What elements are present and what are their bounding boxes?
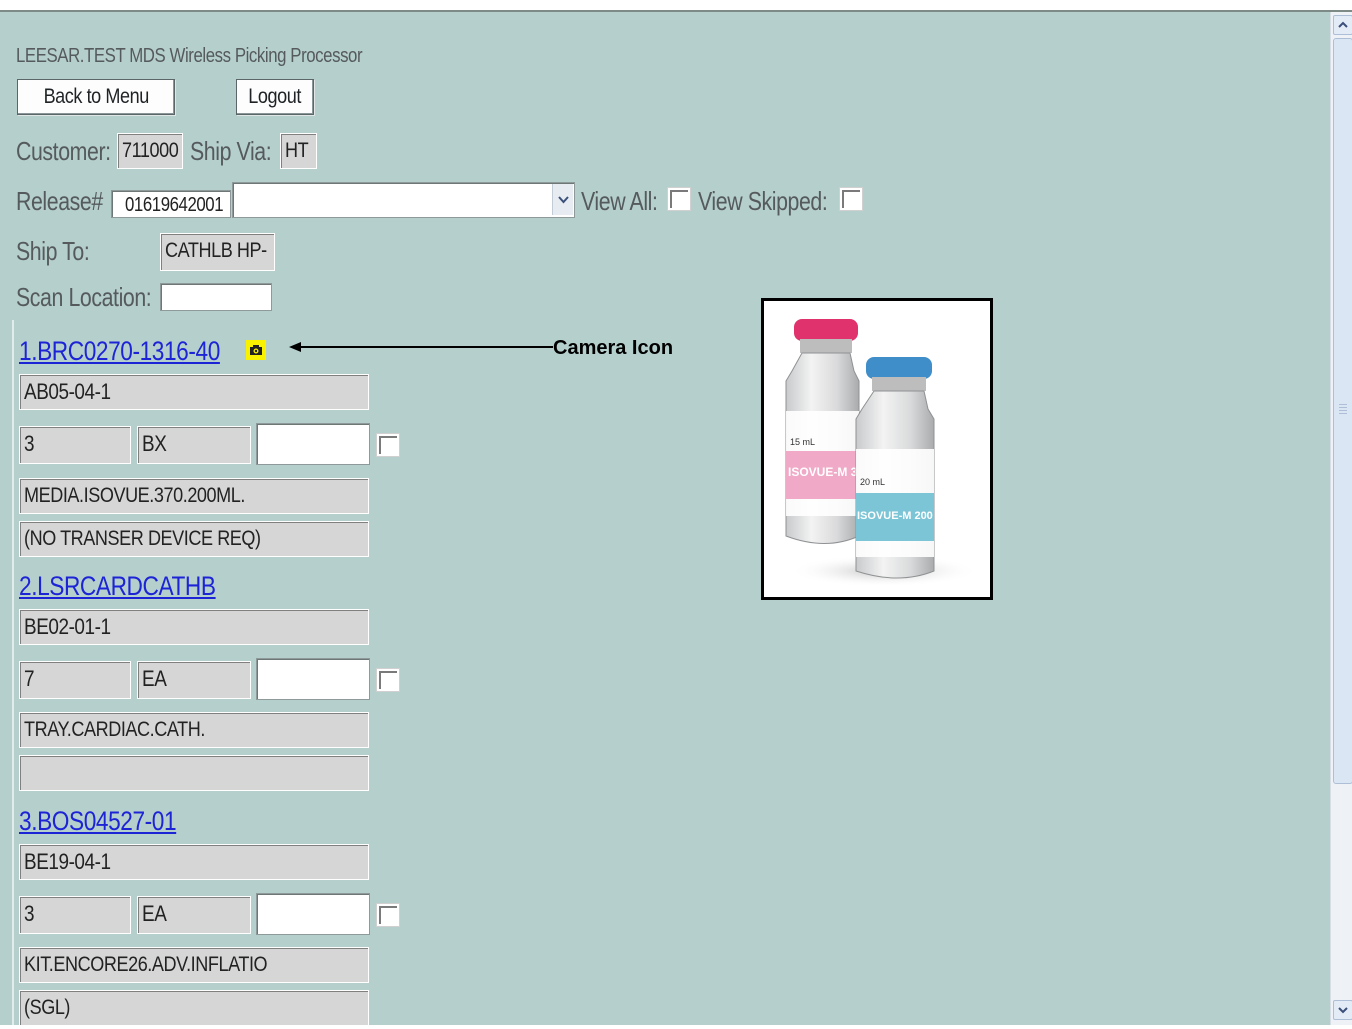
item-qty: 3 xyxy=(19,426,131,464)
left-divider xyxy=(12,320,14,1025)
item-description: MEDIA.ISOVUE.370.200ML. xyxy=(19,478,369,514)
product-image: 15 mL ISOVUE-M 3 20 mL ISOVUE-M 200 xyxy=(761,298,993,600)
vial2-volume: 20 mL xyxy=(860,477,885,487)
customer-label: Customer: xyxy=(16,136,111,166)
vial1-volume: 15 mL xyxy=(790,437,815,447)
item-description-2: (SGL) xyxy=(19,990,369,1025)
scan-location-input[interactable] xyxy=(160,283,272,311)
release-label: Release# xyxy=(16,186,103,216)
customer-field: 711000 xyxy=(117,133,183,169)
vial1-brand: ISOVUE-M 3 xyxy=(788,465,858,479)
release-value: 01619642001 xyxy=(125,194,224,216)
ship-to-label: Ship To: xyxy=(16,236,90,266)
item-uom: EA xyxy=(137,661,251,699)
scan-location-label: Scan Location: xyxy=(16,282,152,312)
window-top-border xyxy=(0,0,1352,12)
item-description: TRAY.CARDIAC.CATH. xyxy=(19,712,369,748)
item-location: BE19-04-1 xyxy=(19,844,369,880)
item-checkbox[interactable] xyxy=(376,668,400,692)
grip-icon xyxy=(1339,404,1347,414)
window-bottom-border xyxy=(0,1025,1352,1029)
item-description-2 xyxy=(19,755,369,791)
view-skipped-checkbox[interactable] xyxy=(839,187,863,211)
vials-illustration: 15 mL ISOVUE-M 3 20 mL ISOVUE-M 200 xyxy=(785,319,979,587)
item-pick-qty-input[interactable] xyxy=(256,893,370,935)
item-qty: 7 xyxy=(19,661,131,699)
item-link[interactable]: 1.BRC0270-1316-40 xyxy=(19,336,220,367)
ship-to-field: CATHLB HP- xyxy=(160,233,275,271)
item-uom: EA xyxy=(137,896,251,934)
ship-via-label: Ship Via: xyxy=(190,136,272,166)
item-link[interactable]: 3.BOS04527-01 xyxy=(19,806,177,837)
item-qty: 3 xyxy=(19,896,131,934)
item-description-2: (NO TRANSER DEVICE REQ) xyxy=(19,521,369,557)
item-location: AB05-04-1 xyxy=(19,374,369,410)
callout-arrow xyxy=(289,342,553,352)
scroll-up-button[interactable] xyxy=(1333,15,1352,35)
camera-icon[interactable] xyxy=(246,340,266,360)
vial2-brand: ISOVUE-M 200 xyxy=(857,510,933,522)
chevron-down-icon[interactable] xyxy=(552,184,573,215)
item-pick-qty-input[interactable] xyxy=(256,658,370,700)
view-skipped-label: View Skipped: xyxy=(698,186,828,216)
item-location: BE02-01-1 xyxy=(19,609,369,645)
pink-cap xyxy=(794,319,858,341)
release-select[interactable] xyxy=(232,182,575,218)
view-all-checkbox[interactable] xyxy=(667,187,691,211)
item-uom: BX xyxy=(137,426,251,464)
item-pick-qty-input[interactable] xyxy=(256,423,370,465)
back-to-menu-button[interactable]: Back to Menu xyxy=(17,79,175,115)
item-description: KIT.ENCORE26.ADV.INFLATIO xyxy=(19,947,369,983)
page-content: LEESAR.TEST MDS Wireless Picking Process… xyxy=(0,12,1330,1025)
item-checkbox[interactable] xyxy=(376,433,400,457)
scroll-down-button[interactable] xyxy=(1333,1000,1352,1020)
blue-cap xyxy=(866,357,932,379)
ship-via-field: HT xyxy=(280,133,317,169)
view-all-label: View All: xyxy=(581,186,658,216)
item-checkbox[interactable] xyxy=(376,903,400,927)
logout-button[interactable]: Logout xyxy=(236,79,314,115)
vertical-scrollbar[interactable] xyxy=(1330,12,1352,1025)
item-link[interactable]: 2.LSRCARDCATHB xyxy=(19,571,216,602)
release-field[interactable]: 01619642001 xyxy=(111,190,231,218)
page-title: LEESAR.TEST MDS Wireless Picking Process… xyxy=(16,45,363,67)
scrollbar-thumb[interactable] xyxy=(1333,38,1352,784)
camera-icon-callout: Camera Icon xyxy=(553,337,674,359)
